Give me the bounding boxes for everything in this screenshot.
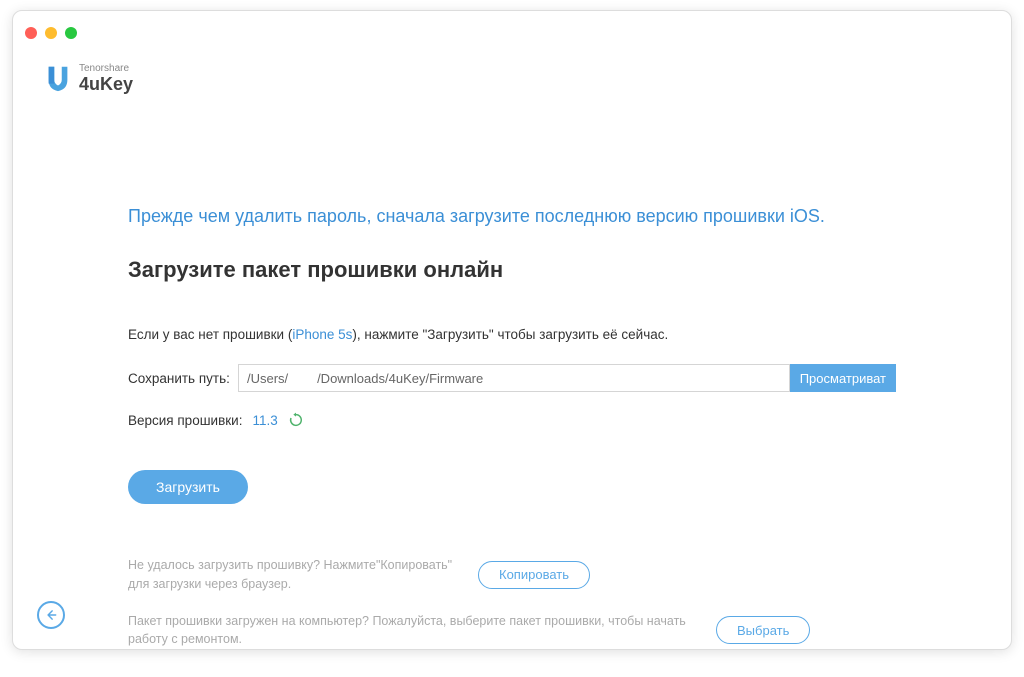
app-window: Tenorshare 4uKey Прежде чем удалить паро… bbox=[12, 10, 1012, 650]
main-content: Прежде чем удалить пароль, сначала загру… bbox=[128, 206, 896, 650]
copy-button[interactable]: Копировать bbox=[478, 561, 590, 589]
firmware-version-row: Версия прошивки: 11.3 bbox=[128, 412, 896, 428]
version-value: 11.3 bbox=[252, 413, 277, 428]
titlebar bbox=[13, 11, 1011, 51]
brand-small: Tenorshare bbox=[79, 64, 133, 74]
select-button[interactable]: Выбрать bbox=[716, 616, 810, 644]
save-path-row: Сохранить путь: Просматриват bbox=[128, 364, 896, 392]
version-label: Версия прошивки: bbox=[128, 413, 242, 428]
copy-hint-text: Не удалось загрузить прошивку? Нажмите"К… bbox=[128, 556, 458, 594]
copy-row: Не удалось загрузить прошивку? Нажмите"К… bbox=[128, 556, 896, 594]
close-icon[interactable] bbox=[25, 27, 37, 39]
no-firmware-prefix: Если у вас нет прошивки ( bbox=[128, 327, 292, 342]
window-controls bbox=[25, 27, 77, 39]
no-firmware-text: Если у вас нет прошивки (iPhone 5s), наж… bbox=[128, 327, 896, 342]
select-row: Пакет прошивки загружен на компьютер? По… bbox=[128, 612, 896, 650]
save-path-input[interactable] bbox=[238, 364, 790, 392]
logo-icon bbox=[43, 63, 73, 93]
browse-button[interactable]: Просматриват bbox=[790, 364, 896, 392]
maximize-icon[interactable] bbox=[65, 27, 77, 39]
device-link[interactable]: iPhone 5s bbox=[292, 327, 352, 342]
select-hint-text: Пакет прошивки загружен на компьютер? По… bbox=[128, 612, 688, 650]
download-button[interactable]: Загрузить bbox=[128, 470, 248, 504]
app-logo: Tenorshare 4uKey bbox=[43, 63, 133, 93]
save-path-label: Сохранить путь: bbox=[128, 371, 238, 386]
info-banner: Прежде чем удалить пароль, сначала загру… bbox=[128, 206, 896, 227]
minimize-icon[interactable] bbox=[45, 27, 57, 39]
refresh-icon[interactable] bbox=[288, 412, 304, 428]
no-firmware-suffix: ), нажмите "Загрузить" чтобы загрузить е… bbox=[352, 327, 668, 342]
back-button[interactable] bbox=[37, 601, 65, 629]
page-heading: Загрузите пакет прошивки онлайн bbox=[128, 257, 896, 283]
brand-name: 4uKey bbox=[79, 75, 133, 93]
arrow-left-icon bbox=[44, 608, 58, 622]
